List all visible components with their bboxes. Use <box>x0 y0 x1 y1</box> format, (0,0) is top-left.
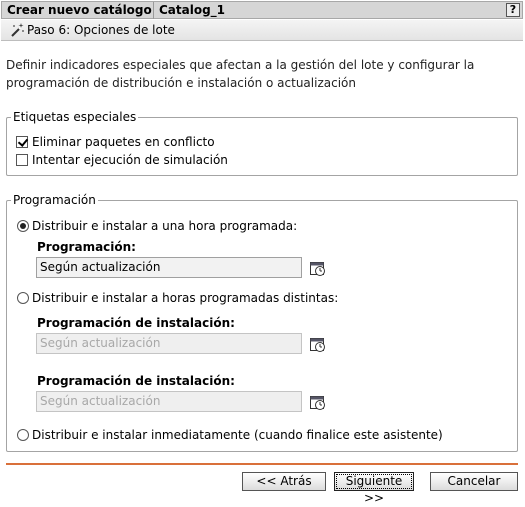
immediate-label: Distribuir e instalar inmediatamente (cu… <box>32 428 443 442</box>
install-schedule-label-1: Programación de instalación: <box>37 316 235 330</box>
install-schedule-field-2[interactable]: Según actualización <box>36 391 302 412</box>
wizard-title: Crear nuevo catálogo <box>7 3 152 17</box>
page-description: Definir indicadores especiales que afect… <box>6 58 475 90</box>
calendar-clock-icon[interactable] <box>309 260 326 277</box>
separate-schedule-label: Distribuir e instalar a horas programada… <box>32 291 339 305</box>
title-divider <box>153 2 154 19</box>
remove-conflicting-checkbox[interactable] <box>16 136 28 148</box>
schedule-field[interactable]: Según actualización <box>36 257 302 278</box>
step-header: Paso 6: Opciones de lote <box>1 20 523 41</box>
footer-divider <box>6 463 518 465</box>
simulate-checkbox[interactable] <box>16 154 28 166</box>
step-title: Paso 6: Opciones de lote <box>27 23 175 37</box>
calendar-clock-icon[interactable] <box>309 394 326 411</box>
schedule-option-immediate[interactable]: Distribuir e instalar inmediatamente (cu… <box>17 428 443 442</box>
help-button[interactable]: ? <box>506 3 520 17</box>
install-schedule-label-2: Programación de instalación: <box>37 374 235 388</box>
wand-icon <box>11 23 24 37</box>
catalog-name: Catalog_1 <box>159 3 226 17</box>
special-tags-legend: Etiquetas especiales <box>13 110 137 124</box>
install-schedule-field-1[interactable]: Según actualización <box>36 333 302 354</box>
wizard-title-bar: Crear nuevo catálogo Catalog_1 ? <box>1 1 523 19</box>
immediate-radio[interactable] <box>17 429 29 441</box>
option-simulate[interactable]: Intentar ejecución de simulación <box>16 153 228 167</box>
schedule-option-single[interactable]: Distribuir e instalar a una hora program… <box>17 219 297 233</box>
separate-schedule-radio[interactable] <box>17 292 29 304</box>
schedule-legend: Programación <box>13 193 96 207</box>
next-button[interactable]: Siguiente >> <box>334 472 414 505</box>
option-remove-conflicting[interactable]: Eliminar paquetes en conflicto <box>16 135 215 149</box>
back-button[interactable]: << Atrás <box>242 472 326 491</box>
schedule-field-label: Programación: <box>37 240 136 254</box>
schedule-option-separate[interactable]: Distribuir e instalar a horas programada… <box>17 291 338 305</box>
single-schedule-radio[interactable] <box>17 220 29 232</box>
single-schedule-label: Distribuir e instalar a una hora program… <box>32 219 298 233</box>
simulate-label: Intentar ejecución de simulación <box>32 153 228 167</box>
calendar-clock-icon[interactable] <box>309 336 326 353</box>
cancel-button[interactable]: Cancelar <box>430 472 518 491</box>
remove-conflicting-label: Eliminar paquetes en conflicto <box>32 135 215 149</box>
